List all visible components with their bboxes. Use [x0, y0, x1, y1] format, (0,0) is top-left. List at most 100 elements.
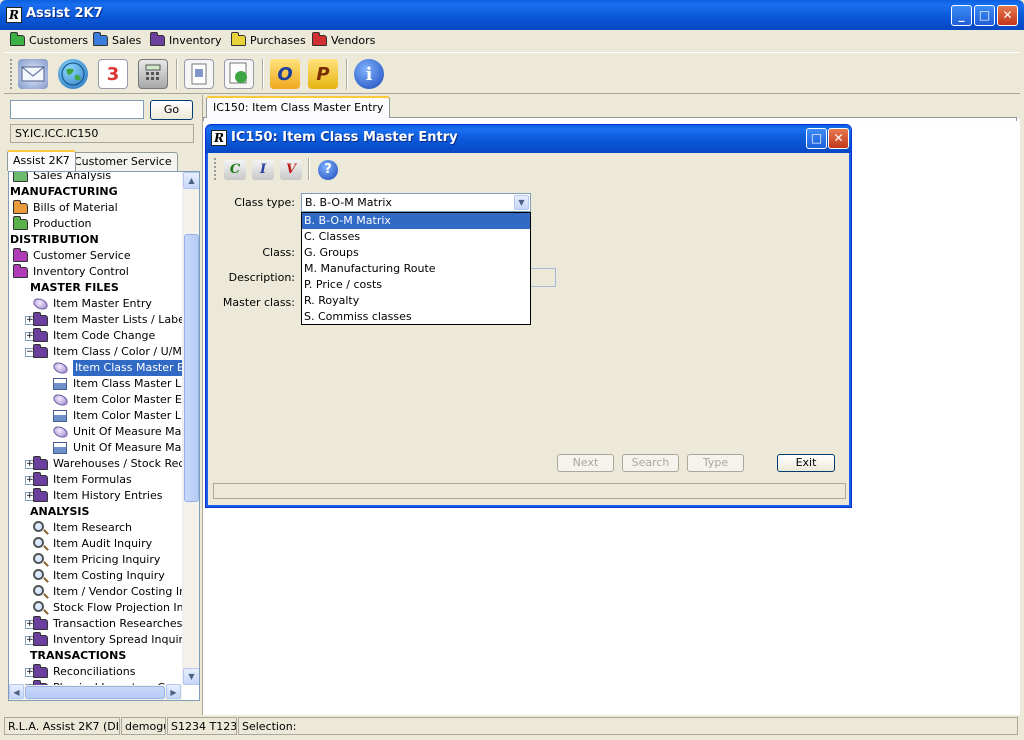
mail-icon[interactable] — [18, 59, 48, 89]
dropdown-option[interactable]: S. Commiss classes — [302, 309, 530, 325]
tree-item[interactable]: Item / Vendor Costing Inquiry — [9, 584, 182, 600]
dialog-close-button[interactable]: ✕ — [828, 128, 849, 149]
folder-icon — [33, 344, 48, 358]
menu-purchases[interactable]: Purchases — [231, 31, 306, 48]
close-button[interactable]: ✕ — [997, 5, 1018, 26]
folder-icon — [33, 456, 48, 470]
chevron-down-icon[interactable]: ▼ — [514, 195, 529, 210]
menu-vendors[interactable]: Vendors — [312, 31, 376, 48]
type-button[interactable]: Type — [687, 454, 744, 472]
vertical-scrollbar[interactable]: ▲ ▼ — [182, 172, 199, 685]
c-icon[interactable]: C — [224, 160, 246, 180]
help-icon[interactable]: ? — [318, 160, 338, 180]
p-icon[interactable]: P — [308, 59, 338, 89]
calendar-icon[interactable]: 3 — [98, 59, 128, 89]
info-icon[interactable]: i — [354, 59, 384, 89]
menu-customers[interactable]: Customers — [10, 31, 88, 48]
tree-item[interactable]: Unit Of Measure Master List — [9, 440, 182, 456]
tree-item[interactable]: +Inventory Spread Inquiries — [9, 632, 182, 648]
tree-item[interactable]: Bills of Material — [9, 200, 182, 216]
dropdown-option[interactable]: R. Royalty — [302, 293, 530, 309]
tree-item[interactable]: + Item Formulas — [9, 472, 182, 488]
item-class-master-entry-window: R IC150: Item Class Master Entry □ ✕ C I… — [205, 124, 852, 508]
dropdown-option[interactable]: G. Groups — [302, 245, 530, 261]
tree-item[interactable]: + Item Code Change — [9, 328, 182, 344]
tree-item[interactable]: Inventory Control — [9, 264, 182, 280]
class-type-value: B. B-O-M Matrix — [305, 196, 392, 209]
tree-item[interactable]: Production — [9, 216, 182, 232]
tree-item[interactable]: Sales Analysis — [9, 172, 182, 184]
magnifier-icon — [33, 585, 44, 596]
i-icon[interactable]: I — [252, 160, 274, 180]
outlook-icon[interactable]: O — [270, 59, 300, 89]
menu-inventory[interactable]: Inventory — [150, 31, 222, 48]
report-icon[interactable] — [184, 59, 214, 89]
tree-item[interactable]: − Item Class / Color / U/M — [9, 344, 182, 360]
scroll-right-icon[interactable]: ▶ — [166, 684, 181, 699]
tree-item[interactable]: + Item History Entries — [9, 488, 182, 504]
tab-customer-service[interactable]: Customer Service — [68, 152, 178, 171]
folder-icon — [13, 248, 28, 262]
menu-label: Vendors — [331, 33, 376, 47]
tree-item[interactable]: Item Master Entry — [9, 296, 182, 312]
scroll-up-icon[interactable]: ▲ — [183, 172, 199, 189]
spreadsheet-icon[interactable] — [224, 59, 254, 89]
tree-item[interactable]: Item Pricing Inquiry — [9, 552, 182, 568]
exit-button[interactable]: Exit — [777, 454, 835, 472]
printer-icon — [53, 378, 67, 390]
tree-item[interactable]: Item Class Master List — [9, 376, 182, 392]
go-button[interactable]: Go — [150, 100, 193, 120]
tree-item-label: MANUFACTURING — [10, 185, 118, 198]
hscroll-thumb[interactable] — [25, 686, 165, 699]
scroll-left-icon[interactable]: ◀ — [9, 684, 24, 699]
tree-item[interactable]: + Transaction Researches — [9, 616, 182, 632]
menu-sales[interactable]: Sales — [93, 31, 141, 48]
class-label: Class: — [262, 246, 295, 259]
scroll-down-icon[interactable]: ▼ — [183, 668, 199, 685]
title-bar: R Assist 2K7 _ □ ✕ — [0, 0, 1024, 30]
tree-item[interactable]: + Item Master Lists / Labels — [9, 312, 182, 328]
tree-item[interactable]: + Reconciliations — [9, 664, 182, 680]
tree-section-header: ANALYSIS — [9, 504, 182, 520]
tree-item-label: Item Code Change — [53, 329, 156, 342]
tree-item[interactable]: +Warehouses / Stock Requests — [9, 456, 182, 472]
class-type-label: Class type: — [234, 196, 295, 209]
tree-item[interactable]: Stock Flow Projection Inquiry — [9, 600, 182, 616]
tree-item[interactable]: Item Costing Inquiry — [9, 568, 182, 584]
tree-item[interactable]: Customer Service — [9, 248, 182, 264]
entry-icon — [51, 360, 70, 376]
maximize-button[interactable]: □ — [974, 5, 995, 26]
calculator-icon[interactable] — [138, 59, 168, 89]
magnifier-icon — [33, 601, 44, 612]
dialog-maximize-button[interactable]: □ — [806, 128, 827, 149]
tab-ic150[interactable]: IC150: Item Class Master Entry — [206, 96, 391, 118]
dropdown-option[interactable]: M. Manufacturing Route — [302, 261, 530, 277]
entry-icon — [31, 296, 50, 312]
tree-item[interactable]: Item Research — [9, 520, 182, 536]
tab-assist-2k7[interactable]: Assist 2K7 — [7, 150, 76, 171]
search-input[interactable] — [10, 100, 144, 119]
dropdown-option[interactable]: P. Price / costs — [302, 277, 530, 293]
scroll-thumb[interactable] — [184, 234, 199, 502]
tree-item-label: DISTRIBUTION — [10, 233, 99, 246]
tree-item[interactable]: Unit Of Measure Master Entry — [9, 424, 182, 440]
next-button[interactable]: Next — [557, 454, 614, 472]
dropdown-option[interactable]: C. Classes — [302, 229, 530, 245]
tree-item[interactable]: Item Class Master Entry — [9, 360, 182, 376]
folder-icon — [13, 172, 28, 182]
tree-item[interactable]: Item Color Master Entry — [9, 392, 182, 408]
window-title: Assist 2K7 — [26, 6, 103, 21]
horizontal-scrollbar[interactable]: ◀ ▶ — [9, 684, 182, 700]
dialog-logo-icon: R — [211, 130, 227, 146]
dropdown-option[interactable]: B. B-O-M Matrix — [302, 213, 530, 229]
master-class-label: Master class: — [222, 296, 295, 309]
search-button[interactable]: Search — [622, 454, 679, 472]
minimize-button[interactable]: _ — [951, 5, 972, 26]
v-icon[interactable]: V — [280, 160, 302, 180]
tree-item[interactable]: Item Audit Inquiry — [9, 536, 182, 552]
tree-item-label: Inventory Control — [33, 265, 129, 278]
main-toolbar: 3 O P i — [4, 52, 1020, 94]
tree-item[interactable]: Item Color Master List — [9, 408, 182, 424]
class-type-select[interactable]: B. B-O-M Matrix ▼ — [301, 193, 531, 212]
globe-icon[interactable] — [58, 59, 88, 89]
